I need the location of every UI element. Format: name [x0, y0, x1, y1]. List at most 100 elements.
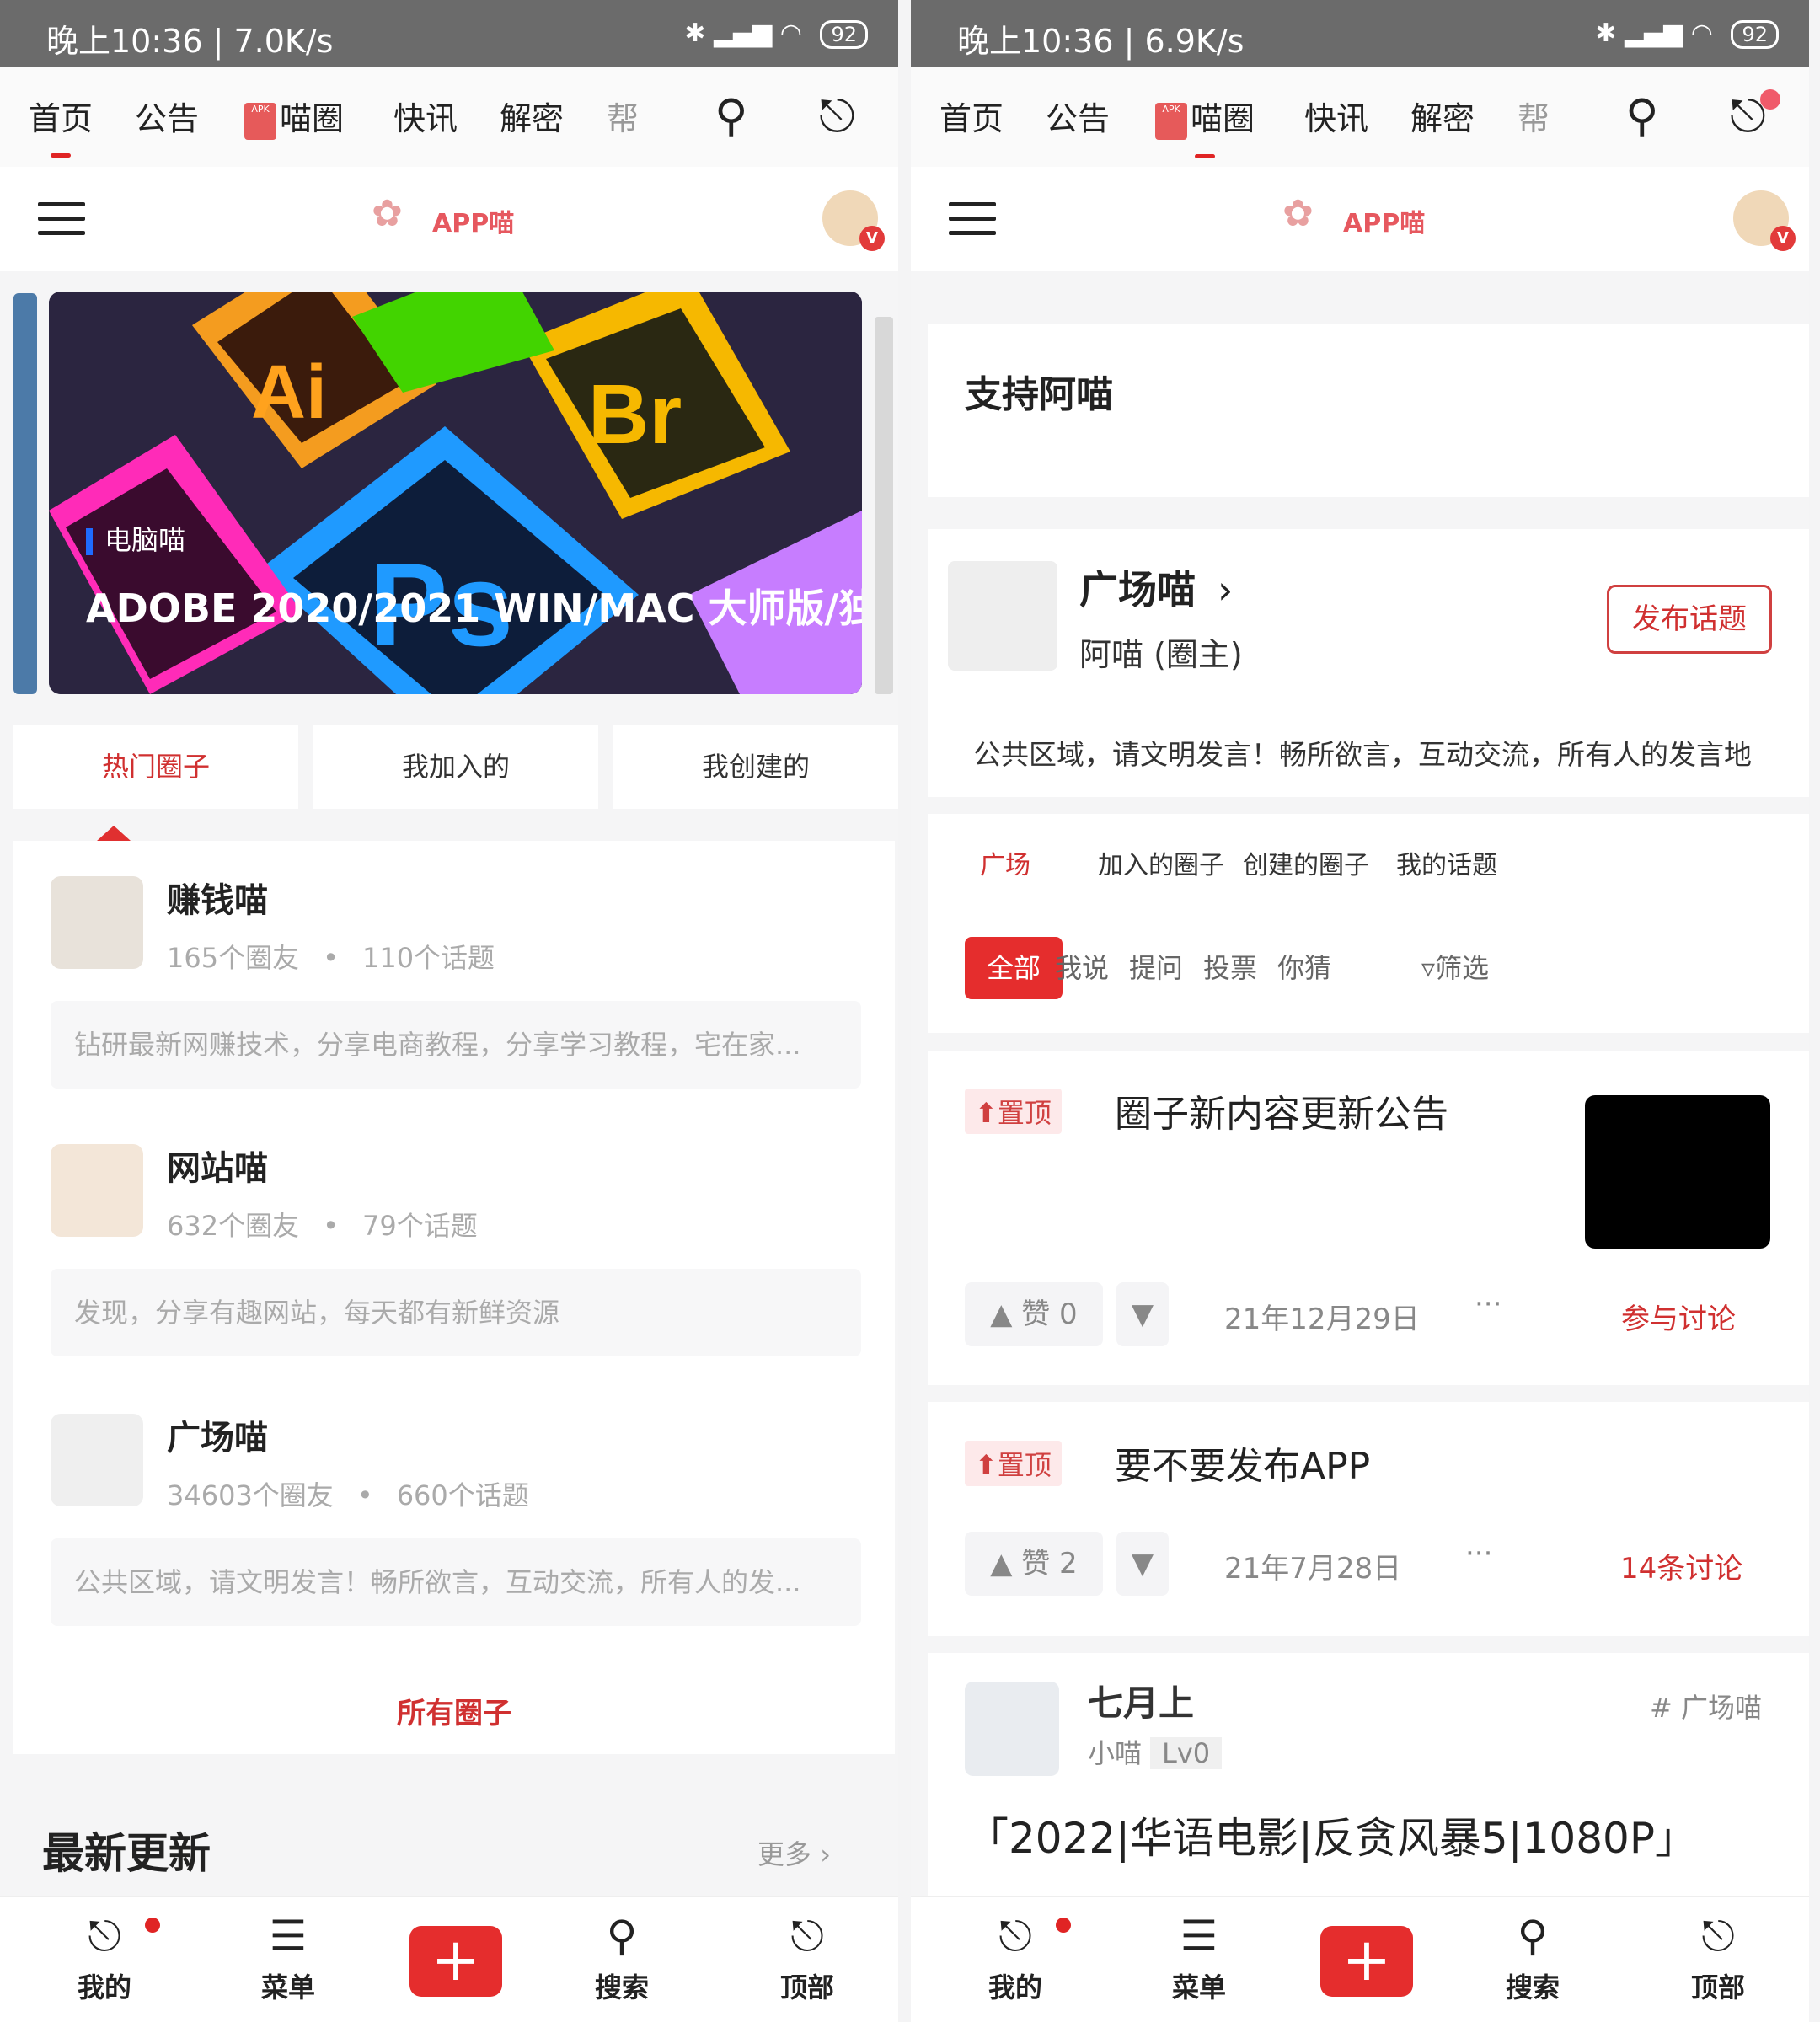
user-post-card[interactable]: 七月上 小喵 Lv0 # 广场喵 「2022|华语电影|反贪风暴5|1080P」 — [928, 1653, 1809, 1897]
banner-next-peek[interactable] — [875, 317, 893, 694]
bell-icon[interactable]: ⎋ — [819, 89, 855, 143]
post-card[interactable]: ⬆置顶 要不要发布APP ▲ 赞 2 ▼ 21年7月28日 ··· 14条讨论 — [928, 1402, 1809, 1636]
bell-top-icon: ⎋ — [1701, 1912, 1735, 1960]
pinned-badge: ⬆置顶 — [965, 1441, 1062, 1486]
bluetooth-icon: ✱ — [1595, 19, 1617, 48]
nav-tab-decrypt[interactable]: 解密 — [1410, 93, 1475, 139]
circle-description: 钻研最新网赚技术，分享电商教程，分享学习教程，宅在家... — [51, 1001, 861, 1089]
nav-menu[interactable]: ☰ 菜单 — [238, 1912, 339, 2005]
menu-icon[interactable] — [949, 202, 996, 245]
signal-icon: ▂▄▆ — [713, 19, 773, 48]
banner-carousel[interactable]: Ai Br Ps 电脑喵 ADOBE 2020/2021 WIN/MAC 大师版… — [49, 292, 862, 694]
nav-menu[interactable]: ☰ 菜单 — [1148, 1912, 1250, 2005]
nav-tab-more[interactable]: 帮 — [1518, 93, 1550, 139]
chip-all[interactable]: 全部 — [965, 937, 1063, 999]
more-link[interactable]: 更多 › — [757, 1833, 831, 1872]
filter-button[interactable]: ▿筛选 — [1421, 937, 1489, 999]
tab-hot-circles[interactable]: 热门圈子 — [13, 725, 298, 809]
search-icon[interactable]: ⚲ — [715, 89, 748, 142]
chip-say[interactable]: 我说 — [1055, 937, 1109, 999]
nav-tab-news[interactable]: 快讯 — [1304, 93, 1368, 139]
nav-tab-decrypt[interactable]: 解密 — [500, 93, 564, 139]
circle-list: 赚钱喵 165个圈友 • 110个话题 钻研最新网赚技术，分享电商教程，分享学习教程… — [13, 841, 895, 1754]
search-icon: ⚲ — [606, 1912, 638, 1960]
user-avatar[interactable]: V — [1733, 190, 1796, 251]
add-button[interactable]: + — [1320, 1926, 1413, 1997]
tab-square[interactable]: 广场 — [980, 844, 1030, 881]
notification-dot — [1760, 89, 1780, 110]
nav-tab-announcements[interactable]: 公告 — [1046, 93, 1110, 139]
tab-created-circles[interactable]: 我创建的 — [613, 725, 898, 809]
status-time: 晚上10:36 | 6.9K/s — [957, 23, 1245, 60]
tab-my-topics[interactable]: 我的话题 — [1396, 844, 1497, 881]
chip-guess[interactable]: 你猜 — [1277, 937, 1331, 999]
add-button[interactable]: + — [410, 1926, 502, 1997]
nav-mine[interactable]: ⎋ 我的 — [54, 1912, 155, 2005]
nav-mine[interactable]: ⎋ 我的 — [965, 1912, 1066, 2005]
level-badge: Lv0 — [1150, 1737, 1223, 1769]
tab-joined-circles[interactable]: 我加入的 — [313, 725, 598, 809]
support-card[interactable]: 支持阿喵 — [928, 324, 1809, 497]
downvote-button[interactable]: ▼ — [1116, 1532, 1169, 1596]
upvote-button[interactable]: ▲ 赞 0 — [965, 1282, 1103, 1346]
circle-description: 公共区域，请文明发言！畅所欲言，互动交流，所有人的发... — [51, 1538, 861, 1626]
more-icon[interactable]: ··· — [1465, 1537, 1492, 1570]
status-bar: 晚上10:36 | 7.0K/s ✱ ▂▄▆ ◠ 92 — [0, 0, 898, 67]
nav-tab-news[interactable]: 快讯 — [393, 93, 458, 139]
group-avatar[interactable] — [948, 561, 1057, 671]
nav-tab-home[interactable]: 首页 — [939, 93, 1004, 139]
bottom-nav: ⎋ 我的 ☰ 菜单 + ⚲ 搜索 ⎋ 顶部 — [0, 1896, 898, 2022]
paw-icon: ✿ — [372, 192, 403, 235]
pinned-badge: ⬆置顶 — [965, 1089, 1062, 1134]
post-date: 21年7月28日 — [1224, 1552, 1402, 1586]
chevron-right-icon: › — [1218, 567, 1234, 612]
upvote-button[interactable]: ▲ 赞 2 — [965, 1532, 1103, 1596]
post-card[interactable]: ⬆置顶 圈子新内容更新公告 ▲ 赞 0 ▼ 21年12月29日 ··· 参与讨论 — [928, 1051, 1809, 1385]
user-avatar[interactable]: V — [822, 190, 885, 251]
banner-prev-peek[interactable] — [13, 293, 37, 694]
post-title: 「2022|华语电影|反贪风暴5|1080P」 — [966, 1814, 1697, 1863]
screens: 晚上10:36 | 7.0K/s ✱ ▂▄▆ ◠ 92 首页 公告 APK 喵圈 … — [0, 0, 1820, 2022]
author-avatar[interactable] — [965, 1682, 1059, 1776]
menu-icon: ☰ — [1180, 1912, 1218, 1960]
pin-arrow-icon: ⬆ — [975, 1449, 998, 1481]
nav-search[interactable]: ⚲ 搜索 — [571, 1912, 672, 2005]
nav-top[interactable]: ⎋ 顶部 — [1667, 1912, 1769, 2005]
nav-top[interactable]: ⎋ 顶部 — [757, 1912, 858, 2005]
circle-name: 广场喵 — [167, 1419, 268, 1458]
wifi-icon: ◠ — [779, 19, 802, 48]
nav-tab-home[interactable]: 首页 — [29, 93, 93, 158]
discussion-count-link[interactable]: 14条讨论 — [1620, 1545, 1742, 1586]
active-underline — [51, 153, 71, 158]
group-name[interactable]: 广场喵 › — [1079, 559, 1233, 615]
tab-created[interactable]: 创建的圈子 — [1243, 844, 1369, 881]
bell-top-icon: ⎋ — [790, 1912, 824, 1960]
status-icons: ✱ ▂▄▆ ◠ 92 — [684, 19, 868, 49]
all-circles-link[interactable]: 所有圈子 — [13, 1690, 895, 1731]
nav-tab-circles[interactable]: APK 喵圈 — [244, 93, 344, 140]
active-underline — [1195, 153, 1215, 158]
nav-search[interactable]: ⚲ 搜索 — [1482, 1912, 1583, 2005]
menu-icon[interactable] — [38, 202, 85, 245]
discuss-link[interactable]: 参与讨论 — [1621, 1296, 1736, 1337]
battery-icon: 92 — [820, 20, 868, 49]
search-icon[interactable]: ⚲ — [1625, 89, 1659, 142]
chip-vote[interactable]: 投票 — [1203, 937, 1257, 999]
author-name[interactable]: 七月上 — [1088, 1675, 1194, 1726]
more-icon[interactable]: ··· — [1475, 1287, 1502, 1321]
downvote-button[interactable]: ▼ — [1116, 1282, 1169, 1346]
tab-joined[interactable]: 加入的圈子 — [1098, 844, 1224, 881]
notification-dot — [145, 1918, 160, 1933]
chip-ask[interactable]: 提问 — [1129, 937, 1183, 999]
publish-topic-button[interactable]: 发布话题 — [1607, 585, 1772, 654]
status-bar: 晚上10:36 | 6.9K/s ✱ ▂▄▆ ◠ 92 — [911, 0, 1809, 67]
search-icon: ⚲ — [1517, 1912, 1549, 1960]
section-title: 最新更新 — [42, 1829, 211, 1878]
circle-tag[interactable]: # 广场喵 — [1650, 1687, 1762, 1725]
nav-tab-announcements[interactable]: 公告 — [135, 93, 199, 139]
nav-tab-more[interactable]: 帮 — [607, 93, 639, 139]
nav-tab-circles[interactable]: APK 喵圈 — [1155, 93, 1255, 158]
filter-icon: ▿ — [1421, 952, 1436, 984]
notification-dot — [1056, 1918, 1071, 1933]
menu-icon: ☰ — [269, 1912, 308, 1960]
